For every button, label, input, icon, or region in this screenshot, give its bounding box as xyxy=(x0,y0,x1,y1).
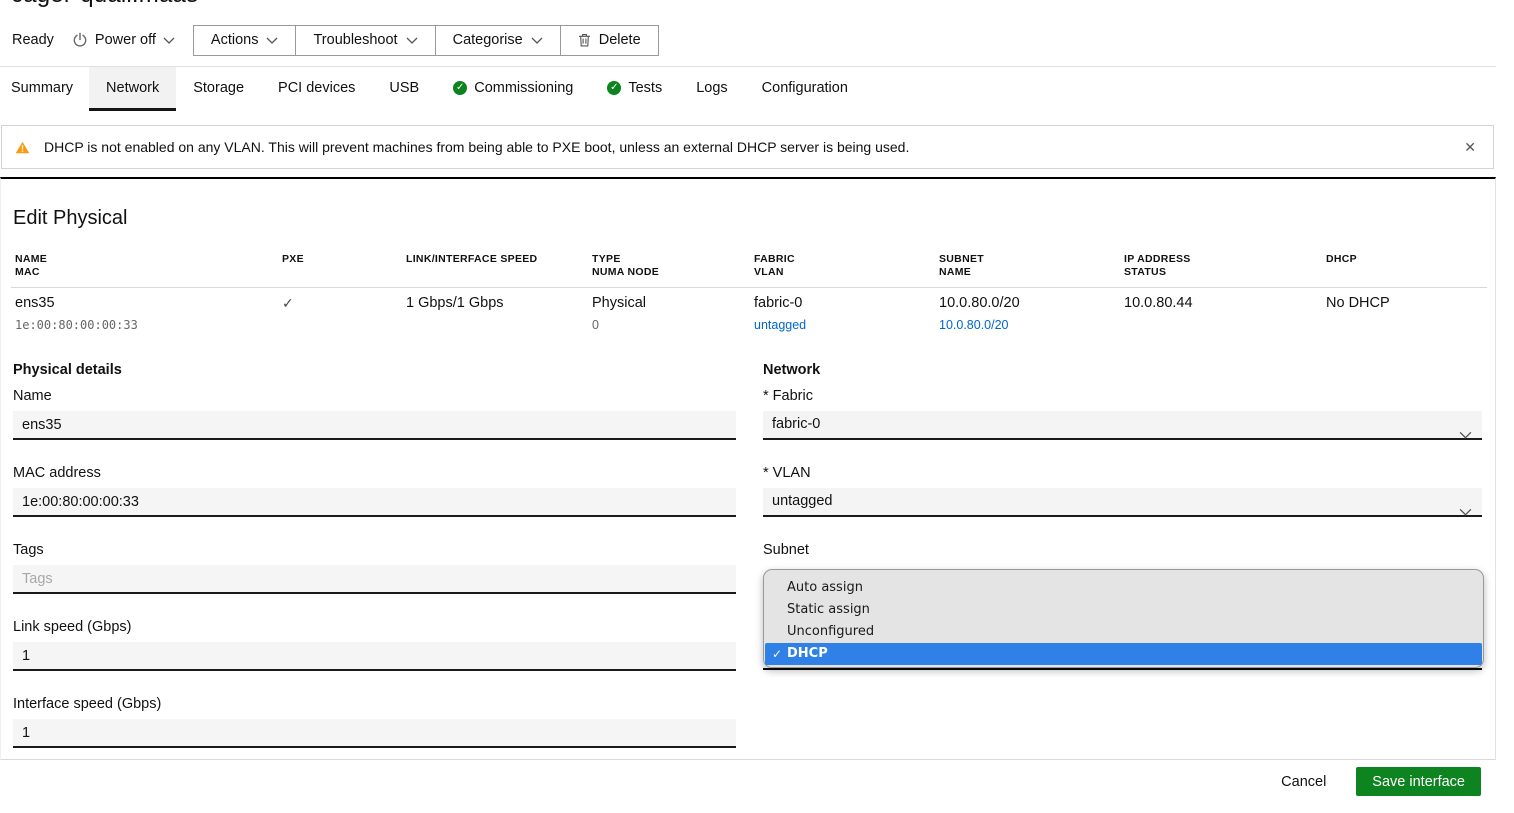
power-icon xyxy=(72,32,88,48)
mac-address-field[interactable] xyxy=(13,488,736,517)
tags-field[interactable] xyxy=(13,565,736,594)
chevron-down-icon xyxy=(1459,422,1472,449)
warning-banner-text: DHCP is not enabled on any VLAN. This wi… xyxy=(44,139,909,155)
chevron-down-icon xyxy=(266,37,278,44)
column-header-fabric-vlan: FABRICVLAN xyxy=(754,253,795,278)
link-speed-label: Link speed (Gbps) xyxy=(13,617,736,637)
physical-details-form: Physical details Name MAC address Tags L… xyxy=(13,360,736,771)
cell-fabric-vlan: fabric-0 untagged xyxy=(754,295,806,334)
tab-tests[interactable]: ✓ Tests xyxy=(590,67,679,111)
cell-link-speed: 1 Gbps/1 Gbps xyxy=(406,295,504,312)
tab-logs[interactable]: Logs xyxy=(679,67,744,111)
machine-status-bar: Ready Power off Actions Troubleshoot Cat… xyxy=(12,24,659,56)
mac-address-label: MAC address xyxy=(13,463,736,483)
close-icon[interactable]: ✕ xyxy=(1460,135,1480,160)
subnet-dropdown-menu: Auto assign Static assign Unconfigured ✓… xyxy=(763,569,1484,668)
cell-pxe: ✓ xyxy=(282,295,294,313)
chevron-down-icon xyxy=(163,37,175,44)
cell-type-numa: Physical 0 xyxy=(592,295,646,334)
tab-commissioning[interactable]: ✓ Commissioning xyxy=(436,67,590,111)
chevron-down-icon xyxy=(531,37,543,44)
cell-ip-status: 10.0.80.44 xyxy=(1124,295,1193,312)
dhcp-warning-banner: DHCP is not enabled on any VLAN. This wi… xyxy=(1,125,1494,169)
cell-dhcp: No DHCP xyxy=(1326,295,1390,312)
machine-details-page: cager-quail.maas Ready Power off Actions… xyxy=(0,0,1514,813)
column-header-subnet-name: SUBNETNAME xyxy=(939,253,984,278)
column-header-type-numa: TYPENUMA NODE xyxy=(592,253,659,278)
fabric-label: * Fabric xyxy=(763,386,1482,406)
subnet-label: Subnet xyxy=(763,540,1482,560)
network-heading: Network xyxy=(763,360,1482,380)
troubleshoot-menu-label: Troubleshoot xyxy=(313,32,397,48)
success-check-icon: ✓ xyxy=(453,81,467,95)
vlan-label: * VLAN xyxy=(763,463,1482,483)
power-menu-label: Power off xyxy=(95,32,156,48)
fabric-select[interactable]: fabric-0 xyxy=(763,411,1482,440)
interface-speed-field[interactable] xyxy=(13,719,736,748)
machine-status: Ready xyxy=(12,32,54,48)
name-field[interactable] xyxy=(13,411,736,440)
tab-summary[interactable]: Summary xyxy=(11,67,89,111)
power-menu-button[interactable]: Power off xyxy=(72,32,175,48)
categorise-menu-label: Categorise xyxy=(453,32,523,48)
edit-physical-heading: Edit Physical xyxy=(13,206,128,230)
column-header-pxe: PXE xyxy=(282,253,304,266)
vlan-link[interactable]: untagged xyxy=(754,318,806,332)
interface-speed-label: Interface speed (Gbps) xyxy=(13,694,736,714)
actions-menu-button[interactable]: Actions xyxy=(194,26,296,55)
column-header-link-speed: LINK/INTERFACE SPEED xyxy=(406,253,537,266)
categorise-menu-button[interactable]: Categorise xyxy=(435,26,560,55)
machine-tabs: Summary Network Storage PCI devices USB … xyxy=(11,67,865,111)
column-header-name-mac: NAMEMAC xyxy=(15,253,47,278)
numa-node: 0 xyxy=(592,317,646,334)
tab-usb[interactable]: USB xyxy=(372,67,436,111)
tab-pci-devices[interactable]: PCI devices xyxy=(261,67,372,111)
physical-details-heading: Physical details xyxy=(13,360,736,380)
delete-button[interactable]: Delete xyxy=(560,26,658,55)
interface-name: ens35 xyxy=(15,295,55,311)
chevron-down-icon xyxy=(1459,499,1472,526)
vlan-select[interactable]: untagged xyxy=(763,488,1482,517)
warning-icon xyxy=(15,141,30,154)
tab-configuration[interactable]: Configuration xyxy=(745,67,865,111)
delete-label: Delete xyxy=(599,32,641,48)
actions-menu-label: Actions xyxy=(211,32,259,48)
cell-name-mac: ens35 1e:00:80:00:00:33 xyxy=(15,295,138,334)
subnet-option-dhcp[interactable]: ✓ DHCP xyxy=(765,643,1482,665)
machine-title: cager-quail.maas xyxy=(11,0,198,11)
interface-mac: 1e:00:80:00:00:33 xyxy=(15,317,138,334)
cell-subnet-name: 10.0.80.0/20 10.0.80.0/20 xyxy=(939,295,1020,334)
table-header-divider xyxy=(11,287,1487,288)
cancel-button[interactable]: Cancel xyxy=(1273,770,1334,794)
save-interface-button[interactable]: Save interface xyxy=(1356,767,1481,796)
machine-actions-group: Actions Troubleshoot Categorise Delete xyxy=(193,25,659,56)
subnet-select-underline xyxy=(763,668,1482,670)
chevron-down-icon xyxy=(406,37,418,44)
subnet-option-auto-assign[interactable]: Auto assign xyxy=(764,577,1483,599)
name-label: Name xyxy=(13,386,736,406)
success-check-icon: ✓ xyxy=(607,81,621,95)
network-form: Network * Fabric fabric-0 * VLAN untagge… xyxy=(763,360,1482,583)
subnet-link[interactable]: 10.0.80.0/20 xyxy=(939,318,1009,332)
selected-check-icon: ✓ xyxy=(772,643,782,665)
pxe-check-icon: ✓ xyxy=(282,295,294,311)
tab-network[interactable]: Network xyxy=(89,67,176,111)
column-header-ip-status: IP ADDRESSSTATUS xyxy=(1124,253,1191,278)
edit-physical-card: Edit Physical NAMEMAC PXE LINK/INTERFACE… xyxy=(0,177,1496,760)
form-footer: Cancel Save interface xyxy=(0,767,1481,796)
link-speed-field[interactable] xyxy=(13,642,736,671)
troubleshoot-menu-button[interactable]: Troubleshoot xyxy=(295,26,434,55)
tags-label: Tags xyxy=(13,540,736,560)
trash-icon xyxy=(578,33,591,47)
subnet-option-static-assign[interactable]: Static assign xyxy=(764,599,1483,621)
column-header-dhcp: DHCP xyxy=(1326,253,1357,266)
subnet-option-unconfigured[interactable]: Unconfigured xyxy=(764,621,1483,643)
tab-storage[interactable]: Storage xyxy=(176,67,261,111)
